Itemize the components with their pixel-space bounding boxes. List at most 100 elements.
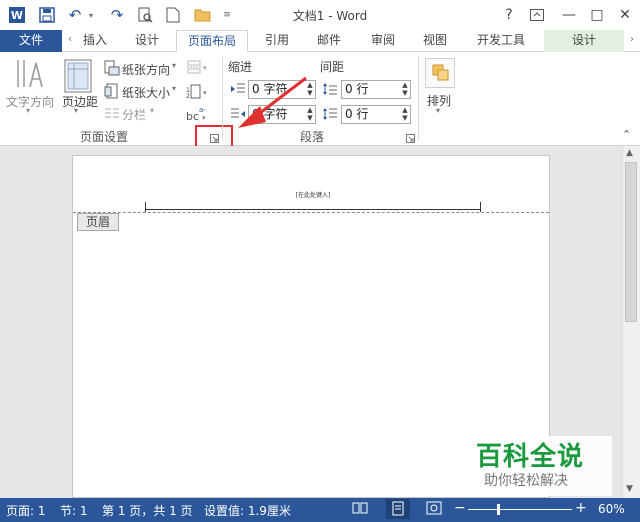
restore-button[interactable]: □ [584,4,610,26]
scroll-down-icon[interactable]: ▼ [626,484,633,494]
tab-file[interactable]: 文件 [0,30,62,52]
tab-scroll-left-icon[interactable]: ‹ [64,30,76,52]
vertical-scrollbar[interactable]: ▲ ▼ [622,146,640,498]
indent-right-value: 0 字符 [252,107,288,121]
tab-review[interactable]: 审阅 [364,30,402,52]
zoom-out-button[interactable]: − [454,500,466,516]
scroll-up-icon[interactable]: ▲ [626,148,633,158]
redo-icon[interactable]: ↷ [106,5,128,25]
spacing-before-value: 0 行 [345,82,369,96]
arrange-icon[interactable] [425,58,455,88]
tab-page-layout[interactable]: 页面布局 [176,30,248,53]
indent-left-input[interactable]: 0 字符 ▲ ▼ [248,80,316,99]
spacing-after-value: 0 行 [345,107,369,121]
columns-icon[interactable] [104,107,120,122]
margins-icon[interactable] [64,59,92,96]
customize-qat-icon[interactable]: ≡ [220,5,234,25]
word-logo-icon: W [6,5,28,25]
zoom-slider-thumb[interactable] [497,504,500,515]
tab-header-design[interactable]: 设计 [544,30,624,52]
web-layout-icon[interactable] [426,501,442,518]
size-dropdown-icon[interactable]: ▾ [172,84,176,93]
read-mode-icon[interactable] [352,501,368,518]
group-separator [418,56,419,140]
status-position[interactable]: 设置值: 1.9厘米 [204,502,291,519]
tab-design[interactable]: 设计 [128,30,166,52]
undo-dropdown-icon[interactable]: ▾ [86,5,96,25]
save-icon[interactable] [36,5,58,25]
svg-text:bc: bc [186,110,199,123]
minimize-button[interactable]: — [556,4,582,26]
print-preview-icon[interactable] [134,5,156,25]
header-boundary [73,212,549,213]
tab-mailings[interactable]: 邮件 [310,30,348,52]
indent-label: 缩进 [228,60,253,74]
spacing-after-input[interactable]: 0 行 ▲ ▼ [341,105,411,124]
close-button[interactable]: ✕ [612,4,638,26]
title-bar: W ↶ ▾ ↷ ≡ 文档1 - Word ? — □ ✕ [0,0,640,30]
zoom-in-button[interactable]: + [575,500,587,516]
breaks-icon[interactable]: ▾ [186,60,208,77]
margins-label: 页边距 [62,95,99,109]
watermark-subtitle: 助你轻松解决 [484,473,568,489]
status-section[interactable]: 节: 1 [60,502,88,519]
window-title: 文档1 - Word [292,9,368,23]
hyphenation-icon[interactable]: bc a- ▾ [186,105,208,126]
tab-scroll-right-icon[interactable]: › [626,30,638,52]
tab-references[interactable]: 引用 [258,30,296,52]
text-direction-dropdown-icon[interactable]: ▾ [26,106,30,115]
spacing-after-spinner-icon[interactable]: ▲ ▼ [400,106,410,123]
size-label[interactable]: 纸张大小 [122,84,170,101]
undo-icon[interactable]: ↶ [64,5,86,25]
ribbon-display-options-icon[interactable] [524,4,550,26]
status-page-of[interactable]: 第 1 页，共 1 页 [102,502,193,519]
orientation-dropdown-icon[interactable]: ▾ [172,61,176,70]
indent-right-input[interactable]: 0 字符 ▲ ▼ [248,105,316,124]
size-icon[interactable] [104,83,120,102]
tab-insert[interactable]: 插入 [76,30,114,52]
tab-developer[interactable]: 开发工具 [470,30,532,52]
collapse-ribbon-icon[interactable]: ⌃ [622,128,631,141]
ribbon: 文字方向 ▾ 页边距 ▾ 纸张方向 ▾ 纸张大小 ▾ 分栏 ▾ ▾ 1 2 ▾ bc… [0,52,640,153]
spacing-before-icon [322,82,338,99]
line-numbers-icon[interactable]: 1 2 ▾ [186,84,208,103]
paragraph-group-label: 段落 [300,130,325,144]
ribbon-tab-bar: 文件 ‹ 插入 设计 页面布局 引用 邮件 审阅 视图 开发工具 设计 › [0,30,640,53]
watermark: 百科全说 助你轻松解决 [462,436,612,496]
help-button[interactable]: ? [496,4,522,26]
columns-label[interactable]: 分栏 [122,106,146,123]
tab-view[interactable]: 视图 [416,30,454,52]
arrange-dropdown-icon[interactable]: ▾ [436,106,440,115]
group-separator [222,56,223,140]
indent-right-spinner-icon[interactable]: ▲ ▼ [305,106,315,123]
text-direction-icon[interactable] [14,57,48,96]
paragraph-dialog-launcher-icon[interactable] [406,134,416,144]
header-margin-left [145,202,146,212]
orientation-label[interactable]: 纸张方向 [122,61,170,78]
indent-left-value: 0 字符 [252,82,288,96]
new-document-icon[interactable] [162,5,184,25]
status-page[interactable]: 页面: 1 [6,502,46,519]
zoom-slider-track[interactable] [468,509,572,510]
svg-text:W: W [11,9,23,22]
zoom-level[interactable]: 60% [598,502,625,516]
page-setup-group-label: 页面设置 [80,130,129,144]
header-tag: 页眉 [77,213,119,231]
scrollbar-thumb[interactable] [625,162,637,322]
indent-right-icon [230,107,246,124]
columns-dropdown-icon[interactable]: ▾ [150,106,154,115]
header-placeholder[interactable]: [在此处键入] [273,190,353,199]
indent-left-icon [230,82,246,99]
print-layout-icon[interactable] [386,499,410,519]
open-folder-icon[interactable] [192,5,214,25]
margins-dropdown-icon[interactable]: ▾ [74,106,78,115]
header-rule [145,208,481,210]
spacing-before-spinner-icon[interactable]: ▲ ▼ [400,81,410,98]
spacing-label: 间距 [320,60,345,74]
svg-text:▾: ▾ [203,64,207,72]
indent-left-spinner-icon[interactable]: ▲ ▼ [305,81,315,98]
spacing-before-input[interactable]: 0 行 ▲ ▼ [341,80,411,99]
svg-text:▾: ▾ [203,89,207,97]
orientation-icon[interactable] [104,60,120,79]
watermark-title: 百科全说 [476,442,585,472]
